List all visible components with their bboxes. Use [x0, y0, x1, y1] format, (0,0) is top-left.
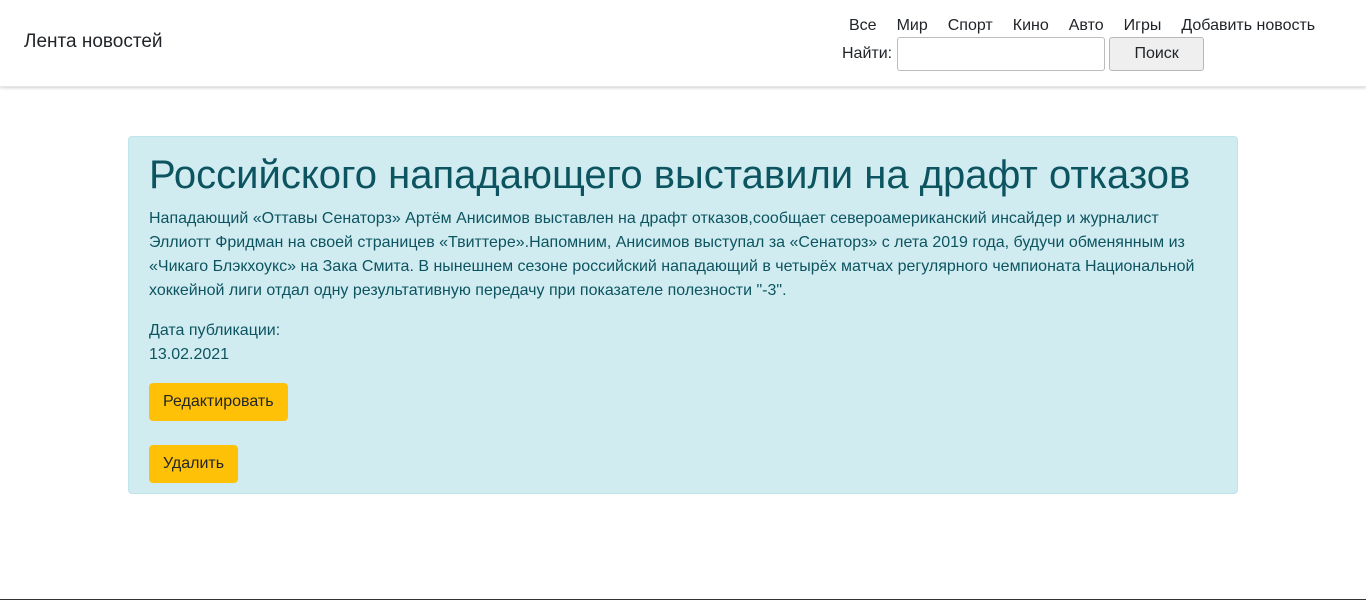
nav-item-world[interactable]: Мир: [887, 15, 938, 37]
publication-date-label: Дата публикации:: [149, 322, 281, 339]
brand-link[interactable]: Лента новостей: [24, 30, 163, 54]
nav-item-all[interactable]: Все: [839, 15, 887, 37]
nav-item-games[interactable]: Игры: [1114, 15, 1172, 37]
nav-item-auto[interactable]: Авто: [1059, 15, 1114, 37]
news-body: Нападающий «Оттавы Сенаторз» Артём Аниси…: [149, 210, 1195, 299]
news-card: Российского нападающего выставили на дра…: [128, 136, 1238, 494]
news-title: Российского нападающего выставили на дра…: [149, 153, 1191, 197]
nav-item-add-news[interactable]: Добавить новость: [1171, 15, 1325, 37]
navbar: Лента новостей Все Мир Спорт Кино Авто И…: [0, 0, 1366, 87]
search-button[interactable]: Поиск: [1109, 37, 1205, 71]
delete-button[interactable]: Удалить: [149, 445, 239, 483]
publication-date: 13.02.2021: [149, 346, 230, 363]
nav-item-cinema[interactable]: Кино: [1003, 15, 1059, 37]
nav-item-sport[interactable]: Спорт: [938, 15, 1003, 37]
search-label: Найти:: [842, 45, 893, 62]
edit-button[interactable]: Редактировать: [149, 383, 288, 421]
search-form: Найти: Поиск: [842, 37, 1205, 71]
search-input[interactable]: [897, 37, 1106, 71]
nav-links: Все Мир Спорт Кино Авто Игры Добавить но…: [839, 15, 1325, 37]
